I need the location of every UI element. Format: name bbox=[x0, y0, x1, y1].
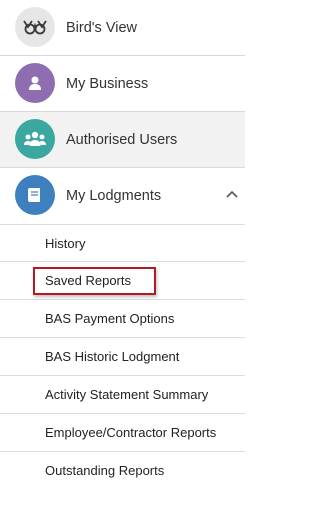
nav-item-label: My Lodgments bbox=[66, 188, 162, 204]
chevron-up-icon[interactable] bbox=[225, 187, 239, 201]
user-icon bbox=[15, 63, 55, 103]
lodgments-submenu: History Saved Reports BAS Payment Option… bbox=[0, 224, 245, 490]
nav-item-authorised-users[interactable]: Authorised Users bbox=[0, 112, 245, 168]
submenu-item-label: BAS Historic Lodgment bbox=[45, 349, 180, 364]
nav-item-my-business[interactable]: My Business bbox=[0, 56, 245, 112]
submenu-item-bas-historic-lodgment[interactable]: BAS Historic Lodgment bbox=[0, 338, 245, 376]
side-navigation: Bird's View My Business Authorised Users bbox=[0, 0, 245, 490]
submenu-item-history[interactable]: History bbox=[0, 224, 245, 262]
submenu-item-activity-statement-summary[interactable]: Activity Statement Summary bbox=[0, 376, 245, 414]
submenu-item-label: Saved Reports bbox=[45, 273, 131, 288]
binoculars-icon bbox=[15, 7, 55, 47]
submenu-item-outstanding-reports[interactable]: Outstanding Reports bbox=[0, 452, 245, 490]
nav-item-label: My Business bbox=[66, 76, 149, 92]
submenu-item-label: Employee/Contractor Reports bbox=[45, 425, 217, 440]
submenu-item-label: History bbox=[45, 236, 86, 251]
users-icon bbox=[15, 119, 55, 159]
nav-item-label: Bird's View bbox=[66, 20, 137, 36]
submenu-item-label: Outstanding Reports bbox=[45, 463, 165, 478]
submenu-item-label: Activity Statement Summary bbox=[45, 387, 209, 402]
nav-item-label: Authorised Users bbox=[66, 132, 178, 148]
nav-item-birds-view[interactable]: Bird's View bbox=[0, 0, 245, 56]
submenu-item-employee-contractor-reports[interactable]: Employee/Contractor Reports bbox=[0, 414, 245, 452]
book-icon bbox=[15, 175, 55, 215]
submenu-item-bas-payment-options[interactable]: BAS Payment Options bbox=[0, 300, 245, 338]
submenu-item-saved-reports[interactable]: Saved Reports bbox=[0, 262, 245, 300]
submenu-item-label: BAS Payment Options bbox=[45, 311, 175, 326]
nav-item-my-lodgments[interactable]: My Lodgments bbox=[0, 168, 245, 224]
